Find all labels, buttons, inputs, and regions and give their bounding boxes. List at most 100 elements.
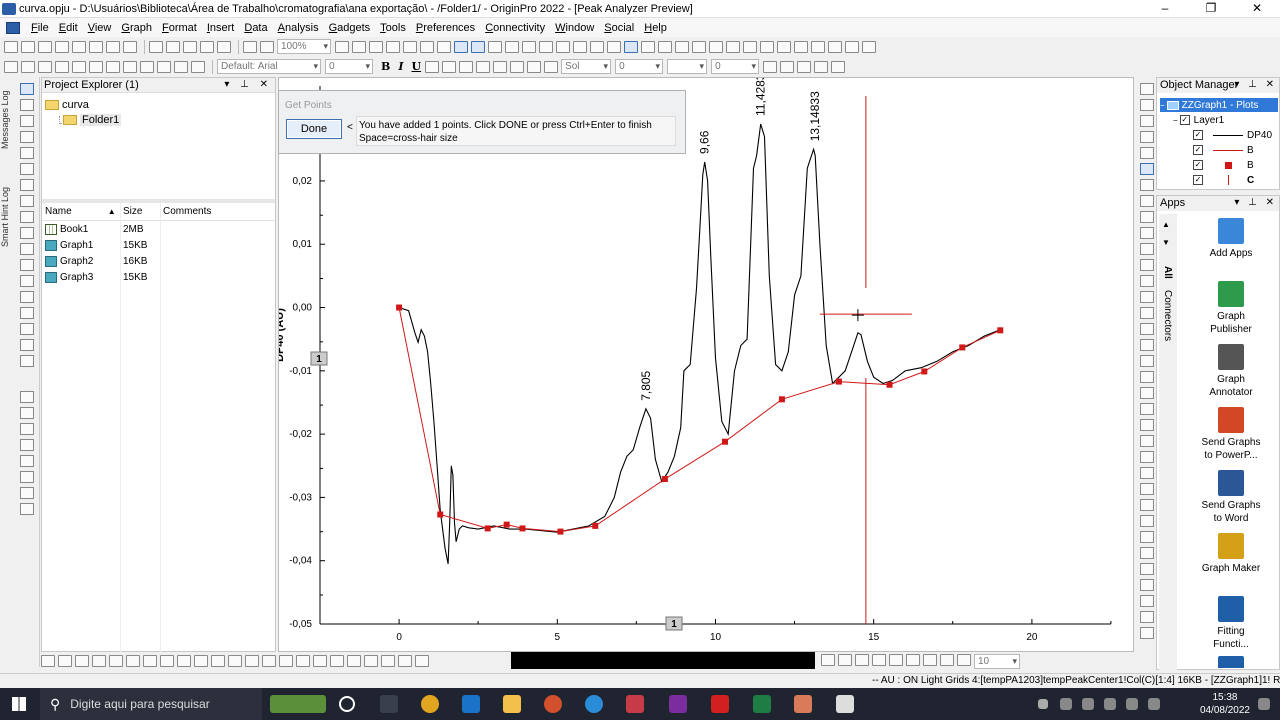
contour-plot-icon[interactable] [1140, 195, 1154, 207]
mail-icon[interactable] [462, 695, 480, 713]
windows-start-icon[interactable] [12, 697, 26, 711]
filter-icon[interactable] [573, 40, 587, 53]
apps-tab-connectors[interactable]: Connectors [1162, 290, 1173, 341]
value-combo[interactable]: 10 [974, 654, 1020, 669]
stats-icon[interactable] [106, 60, 120, 73]
layer-icon[interactable] [55, 60, 69, 73]
drop-line-icon[interactable] [1140, 451, 1154, 463]
menu-file[interactable]: File [26, 22, 54, 34]
column-comments[interactable]: Comments [160, 206, 275, 217]
bar-3d-icon[interactable] [1140, 547, 1154, 559]
set-xy-icon[interactable] [89, 60, 103, 73]
mask-icon[interactable] [330, 655, 344, 667]
screen-reader-icon[interactable] [20, 147, 34, 159]
area-draw-icon[interactable] [126, 655, 140, 667]
layer-content-icon[interactable] [522, 40, 536, 53]
om-plot-row[interactable]: ✓ B [1193, 143, 1254, 157]
font-color-icon[interactable] [493, 60, 508, 73]
code-builder-icon[interactable] [352, 40, 366, 53]
heatmap-icon[interactable] [1140, 339, 1154, 351]
file-row[interactable]: Graph1 15KB [42, 237, 275, 253]
panel-controls[interactable]: ▾ ⊥ ✕ [1234, 78, 1277, 92]
file-row[interactable]: Book1 2MB [42, 221, 275, 237]
surface-plot-icon[interactable] [1140, 227, 1154, 239]
line-symbol-icon[interactable] [1140, 115, 1154, 127]
vector-plot-icon[interactable] [1140, 307, 1154, 319]
rectangle-tool-icon[interactable] [20, 291, 34, 303]
close-icon[interactable]: ✕ [1234, 0, 1280, 18]
layer-checkbox[interactable]: ✓ [1179, 115, 1190, 125]
cut-icon[interactable] [140, 60, 154, 73]
style-5-icon[interactable] [889, 654, 903, 666]
menu-social[interactable]: Social [599, 22, 639, 34]
font-size-combo[interactable]: 0 [325, 59, 373, 74]
om-plot-row[interactable]: ✓ DP40 [1193, 128, 1272, 142]
merge-graph-icon[interactable] [279, 655, 293, 667]
menu-help[interactable]: Help [639, 22, 672, 34]
curved-arrow-icon[interactable] [20, 259, 34, 271]
app-send-to-word[interactable]: Send Graphs to Word [1179, 470, 1280, 525]
area-plot-icon[interactable] [1140, 179, 1154, 191]
frame-icon[interactable] [814, 60, 829, 73]
app-fitting-functions[interactable]: Fitting Functi... [1179, 596, 1280, 651]
plot-checkbox[interactable]: ✓ [1193, 130, 1203, 140]
tray-app2-icon[interactable] [1082, 698, 1094, 710]
app-send-to-powerpoint[interactable]: Send Graphs to PowerP... [1179, 407, 1280, 462]
arrow-tool-icon[interactable] [20, 243, 34, 255]
step-plot-icon[interactable] [1140, 483, 1154, 495]
panel-controls[interactable]: ▾ ⊥ ✕ [224, 78, 272, 92]
scatter-draw-icon[interactable] [58, 655, 72, 667]
menu-insert[interactable]: Insert [202, 22, 240, 34]
axis-dialog-icon[interactable] [556, 40, 570, 53]
scroll-up-icon[interactable]: ▲ [1162, 220, 1170, 229]
column-size[interactable]: Size [120, 206, 160, 217]
style-7-icon[interactable] [923, 654, 937, 666]
move-down-icon[interactable] [726, 40, 740, 53]
insert-equation-icon[interactable] [20, 423, 34, 435]
tree-folder[interactable]: Folder1 [45, 112, 272, 127]
tray-chevron-icon[interactable] [1038, 699, 1048, 709]
superscript-icon[interactable] [425, 60, 440, 73]
border-icon[interactable] [797, 60, 812, 73]
bar-draw-icon[interactable] [109, 655, 123, 667]
align-right-icon[interactable] [760, 40, 774, 53]
greek-icon[interactable] [459, 60, 474, 73]
contour-draw-icon[interactable] [194, 655, 208, 667]
pattern-icon[interactable] [544, 60, 559, 73]
file-row[interactable]: Graph3 15KB [42, 269, 275, 285]
taskbar-search[interactable]: ⚲ Digite aqui para pesquisar [40, 688, 262, 720]
line-color-icon[interactable] [527, 60, 542, 73]
scale-in-icon[interactable] [454, 40, 468, 53]
ribbon-icon[interactable] [1140, 515, 1154, 527]
error-bar-icon[interactable] [1140, 435, 1154, 447]
multi-panel-icon[interactable] [1140, 387, 1154, 399]
new-layout-icon[interactable] [106, 40, 120, 53]
origin-taskbar-icon[interactable] [794, 695, 812, 713]
weather-widget-icon[interactable] [270, 695, 326, 713]
new-matrix-icon[interactable] [72, 40, 86, 53]
style-4-icon[interactable] [872, 654, 886, 666]
open-template-icon[interactable] [166, 40, 180, 53]
y-axis-icon[interactable] [624, 40, 638, 53]
copy-icon[interactable] [157, 60, 171, 73]
sort-icon[interactable] [123, 60, 137, 73]
peak-chart[interactable]: -0,05 -0,04 -0,03 -0,02 -0,01 0,00 0,01 0,02 0 5 1… [279, 78, 1135, 653]
move-up-icon[interactable] [709, 40, 723, 53]
plot-checkbox[interactable]: ✓ [1193, 160, 1203, 170]
new-graph-icon[interactable] [55, 40, 69, 53]
paste-icon[interactable] [174, 60, 188, 73]
export-icon[interactable] [415, 655, 429, 667]
app-graph-annotator[interactable]: Graph Annotator [1179, 344, 1280, 399]
swap-icon[interactable] [364, 655, 378, 667]
profile-icon[interactable] [1140, 611, 1154, 623]
subscript-icon[interactable] [442, 60, 457, 73]
save-template-icon[interactable] [200, 40, 214, 53]
table-draw-icon[interactable] [262, 655, 276, 667]
scroll-down-icon[interactable]: ▼ [1162, 238, 1170, 247]
marker-icon[interactable] [398, 655, 412, 667]
text-tool-icon[interactable] [20, 227, 34, 239]
line-plot-icon[interactable] [1140, 83, 1154, 95]
x-axis-icon[interactable] [607, 40, 621, 53]
align-left-icon[interactable] [743, 40, 757, 53]
ellipse-tool-icon[interactable] [20, 307, 34, 319]
